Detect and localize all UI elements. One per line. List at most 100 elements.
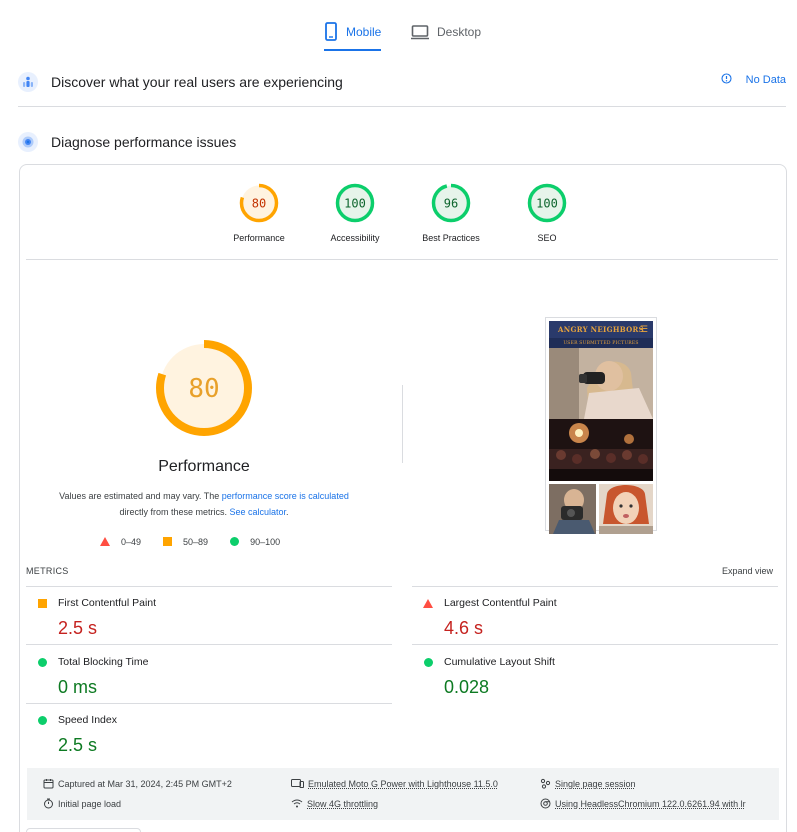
captured-at: Captured at Mar 31, 2024, 2:45 PM GMT+2 [43,778,232,789]
timer-icon [43,798,54,809]
metric-divider [412,644,778,645]
emulated-device-text: Emulated Moto G Power with Lighthouse 11… [308,778,498,789]
gauge-performance[interactable]: 80 Performance [214,183,304,243]
legend-fail-label: 0–49 [121,537,142,547]
legend-average: 50–89 [163,536,209,548]
diagnose-section: Diagnose performance issues [18,130,786,154]
network-throttling[interactable]: Slow 4G throttling [291,798,378,809]
metric-lcp: Largest Contentful Paint 4.6 s [412,596,772,639]
performance-title: Performance [158,458,250,475]
note-text-1: Values are estimated and may vary. The [59,491,222,501]
metric-fcp-value: 2.5 s [58,618,98,638]
photo-party [549,419,653,481]
gauge-seo[interactable]: 100 SEO [502,183,592,243]
wifi-icon [291,798,303,809]
tab-mobile[interactable]: Mobile [324,22,382,52]
gauge-best-practices[interactable]: 96 Best Practices [406,183,496,243]
emulated-device[interactable]: Emulated Moto G Power with Lighthouse 11… [291,778,498,789]
initial-load-text: Initial page load [58,798,122,809]
device-icon [291,778,304,789]
metric-tbt-label: Total Blocking Time [58,656,149,668]
triangle-icon [423,598,433,608]
runtime-settings: Captured at Mar 31, 2024, 2:45 PM GMT+2 … [27,768,779,820]
view-treemap-button[interactable] [26,828,141,832]
gauge-best-practices-label: Best Practices [422,233,480,243]
metric-si-value: 2.5 s [58,735,98,755]
final-screenshot[interactable]: ANGRY NEIGHBORS ☰ USER SUBMITTED PICTURE… [545,317,657,534]
device-tabs: Mobile Desktop [0,0,797,52]
metric-fcp: First Contentful Paint 2.5 s [26,596,386,639]
network-throttling-text: Slow 4G throttling [307,798,379,809]
see-calculator-link[interactable]: See calculator [229,507,286,517]
metric-tbt: Total Blocking Time 0 ms [26,655,386,698]
session-type[interactable]: Single page session [540,778,636,789]
performance-score-large: 80 [188,374,219,404]
metric-divider [412,586,778,587]
legend-fail: 0–49 [100,536,142,548]
gauge-accessibility[interactable]: 100 Accessibility [310,183,400,243]
gauge-accessibility-score: 100 [344,197,366,211]
gauge-best-practices-score: 96 [444,197,458,211]
metric-divider [26,586,392,587]
info-icon [721,73,732,87]
screenshot-logo: ANGRY NEIGHBORS [558,325,644,334]
photo-camera [549,484,596,534]
hamburger-icon: ☰ [639,324,648,334]
no-data-status[interactable]: No Data [721,73,786,87]
session-type-text: Single page session [555,778,636,789]
section-divider [18,106,786,107]
score-legend: 0–49 50–89 90–100 [100,535,302,549]
legend-pass-label: 90–100 [250,537,281,547]
legend-average-label: 50–89 [183,537,209,547]
diagnose-icon [18,132,38,152]
tab-desktop[interactable]: Desktop [411,22,481,52]
metric-lcp-label: Largest Contentful Paint [444,597,557,609]
metric-cls-value: 0.028 [444,677,490,697]
metric-cls-label: Cumulative Layout Shift [444,656,555,668]
category-gauges: 80 Performance 100 Accessibility 96 Best… [0,183,797,249]
gauge-seo-score: 100 [536,197,558,211]
photo-woman [599,484,653,534]
metric-cls: Cumulative Layout Shift 0.028 [412,655,772,698]
metric-divider [26,703,392,704]
vertical-separator [402,385,403,463]
metric-divider [26,644,392,645]
score-note: Values are estimated and may vary. The p… [40,488,368,520]
tab-mobile-label: Mobile [346,25,382,39]
users-icon [18,72,38,92]
circle-icon [37,715,47,725]
gauge-seo-label: SEO [537,233,557,243]
captured-at-text: Captured at Mar 31, 2024, 2:45 PM GMT+2 [58,778,232,789]
gauge-seo-ring: 100 [527,183,567,223]
real-users-section: Discover what your real users are experi… [18,70,786,94]
photo-binoculars [549,348,653,419]
legend-pass: 90–100 [230,536,281,548]
session-icon [540,778,551,789]
gauge-performance-ring: 80 [239,183,279,223]
mobile-icon [324,22,338,45]
gauge-accessibility-label: Accessibility [330,233,380,243]
calendar-icon [43,778,54,789]
note-text-3: . [286,507,289,517]
metric-fcp-label: First Contentful Paint [58,597,157,609]
gauge-performance-label: Performance [233,233,285,243]
screenshot-photo-row [549,484,653,534]
gauge-best-practices-ring: 96 [431,183,471,223]
gauges-divider [26,259,778,260]
gauge-performance-score: 80 [252,197,266,211]
screenshot-header: ANGRY NEIGHBORS ☰ [549,321,653,338]
gauge-accessibility-ring: 100 [335,183,375,223]
metric-lcp-value: 4.6 s [444,618,484,638]
browser-version[interactable]: Using HeadlessChromium 122.0.6261.94 wit… [540,798,746,809]
screenshot-subtitle: USER SUBMITTED PICTURES [549,338,653,348]
chrome-icon [540,798,551,809]
square-icon [37,598,47,608]
note-text-2: directly from these metrics. [119,507,230,517]
expand-view-button[interactable]: Expand view [722,566,773,576]
triangle-icon [100,536,110,548]
square-icon [163,536,173,548]
score-calculated-link[interactable]: performance score is calculated [222,491,349,501]
metric-si: Speed Index 2.5 s [26,713,386,756]
diagnose-title: Diagnose performance issues [51,134,237,150]
desktop-icon [411,22,429,45]
